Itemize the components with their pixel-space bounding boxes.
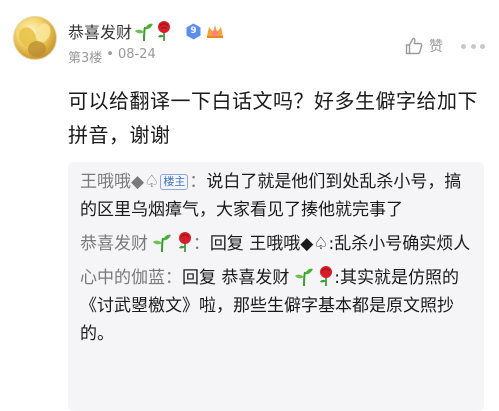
meta-separator: • [106,47,114,62]
more-dots-icon[interactable] [461,44,485,50]
vip-icon [207,25,224,38]
reply-username[interactable]: 心中的伽蓝 [80,268,165,288]
reply-prefix: 回复 [182,268,222,288]
post-meta: 第3楼 • 08-24 [68,47,156,66]
avatar[interactable] [13,16,57,60]
user-suffix-icons: ◆♤ [131,172,160,192]
owner-badge: 楼主 [160,174,189,190]
comment-post: 恭喜发财 9 第3楼 • 08-24 赞 可以给翻译一下白话文吗？好多生僻字给加… [0,0,499,411]
like-button[interactable]: 赞 [405,36,443,56]
level-number: 9 [190,25,197,36]
rose-icon [320,266,333,286]
post-content: 可以给翻译一下白话文吗？好多生僻字给加下拼音，谢谢 [68,89,478,147]
reply-item[interactable]: 恭喜发财 ：回复 王哦哦◆♤:乱杀小号确实烦人 [80,230,474,258]
rose-icon [158,21,171,41]
rose-icon [178,232,191,252]
reply-username[interactable]: 恭喜发财 [80,234,148,254]
thumbs-up-icon [405,37,423,55]
author-name[interactable]: 恭喜发财 [68,19,132,43]
reply-prefix: 回复 [209,234,250,254]
reply-to-user[interactable]: 王哦哦◆♤ [249,234,328,254]
level-badge-icon: 9 [185,23,202,40]
reply-to-user[interactable]: 恭喜发财 [221,268,289,288]
like-label: 赞 [429,39,443,55]
author-row: 恭喜发财 9 [68,20,225,42]
sprout-icon [135,23,154,41]
reply-list: 王哦哦◆♤ 楼主 ：说白了就是他们到处乱杀小号，搞的区里乌烟瘴气，大家看见了揍他就完… [68,162,484,411]
post-date: 08-24 [117,47,156,62]
reply-username[interactable]: 王哦哦◆♤ [80,172,159,192]
reply-item[interactable]: 心中的伽蓝：回复 恭喜发财 :其实就是仿照的《讨武曌檄文》啦，那些生僻字基本都是… [80,264,474,348]
sprout-icon [294,268,313,286]
floor-number: 第3楼 [68,51,103,66]
sprout-icon [153,234,172,252]
reply-text: :乱杀小号确实烦人 [328,234,471,254]
reply-item[interactable]: 王哦哦◆♤ 楼主 ：说白了就是他们到处乱杀小号，搞的区里乌烟瘴气，大家看见了揍他就完… [80,168,474,224]
